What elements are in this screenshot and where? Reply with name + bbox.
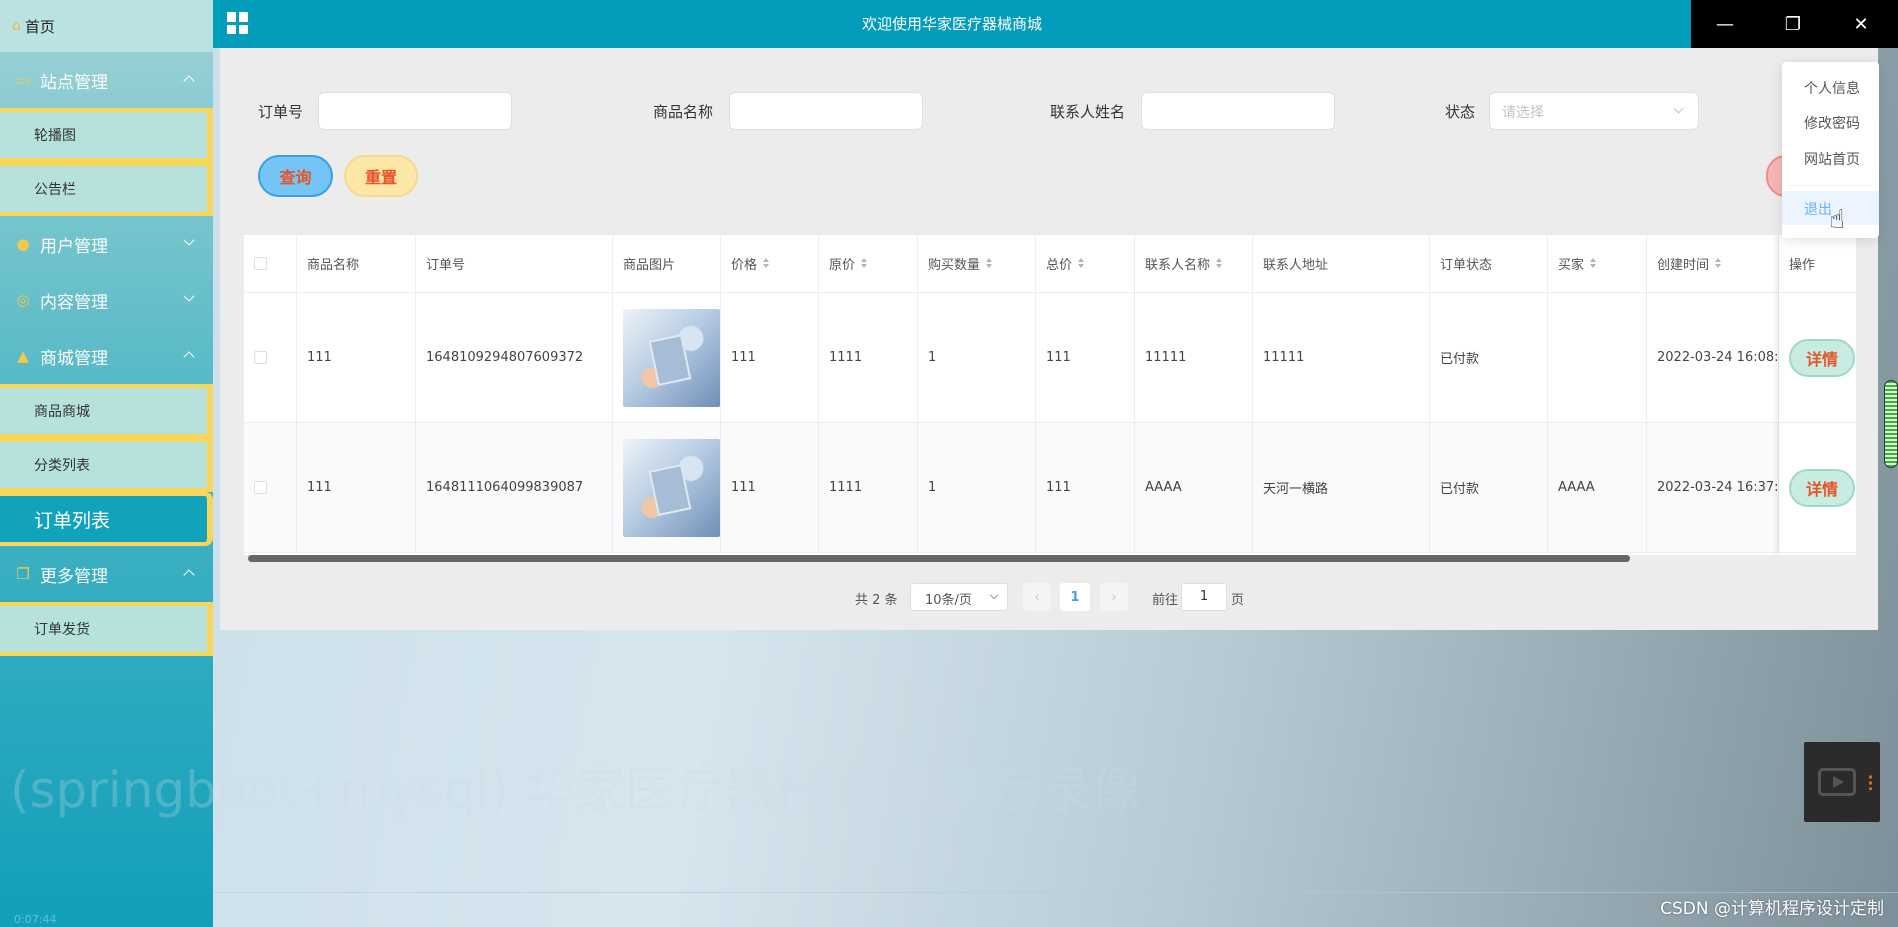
horizontal-scrollbar[interactable] [248,555,1630,562]
pagination-total: 共 2 条 [855,592,898,608]
monitor-icon: ▭ [15,71,31,89]
restore-icon[interactable]: ❐ [1759,0,1827,48]
hand-cursor-icon: ☝ [1829,205,1845,235]
lock-icon: ▲ [17,347,29,365]
order-no-label: 订单号 [258,103,304,121]
detail-button[interactable]: 详情 [1789,468,1855,507]
copy-icon: ❐ [16,565,30,583]
chevron-down-icon [183,234,195,246]
goto-page-input[interactable]: 1 [1181,583,1227,611]
credit-text: CSDN @计算机程序设计定制 [1660,899,1884,919]
goto-label: 前往 [1152,592,1179,608]
chevron-down-icon [183,290,195,302]
action-column: 操作 详情 详情 [1779,235,1856,555]
search-button[interactable]: 查询 [258,155,333,197]
reset-button[interactable]: 重置 [344,155,418,197]
prev-page-button[interactable]: ‹ [1023,583,1051,611]
page-size-select[interactable]: 10条/页 [910,583,1008,611]
sidebar-item-shipping[interactable]: 订单发货 [0,602,213,656]
sort-icon[interactable] [986,258,993,269]
page-number-current[interactable]: 1 [1060,583,1090,611]
sort-icon[interactable] [1590,258,1597,269]
sidebar-item-carousel[interactable]: 轮播图 [0,108,213,162]
sidebar-item-categories[interactable]: 分类列表 [0,438,213,492]
divider [213,892,1898,893]
more-icon[interactable] [1869,774,1872,790]
menu-divider [1790,185,1871,186]
table-header: 商品名称 订单号 商品图片 价格 原价 购买数量 总价 联系人名称 联系人地址 … [244,235,1856,293]
menu-item-change-password[interactable]: 修改密码 [1782,105,1879,139]
sort-icon[interactable] [1078,258,1085,269]
chevron-up-icon [183,75,195,87]
sidebar-item-orders[interactable]: 订单列表 [0,492,213,546]
sidebar-group-content[interactable]: ◎ 内容管理 [0,272,213,328]
chat-icon: ◎ [16,291,30,309]
status-label: 状态 [1445,103,1476,121]
contact-name-label: 联系人姓名 [1050,103,1126,121]
sort-icon[interactable] [1715,258,1722,269]
select-all-checkbox[interactable] [254,257,267,270]
top-bar: 欢迎使用华家医疗器械商城 [213,0,1691,48]
page-title: 欢迎使用华家医疗器械商城 [861,15,1042,33]
row-checkbox[interactable] [254,481,267,494]
play-icon[interactable] [1818,768,1856,796]
menu-item-profile[interactable]: 个人信息 [1782,70,1879,104]
sidebar-item-products[interactable]: 商品商城 [0,384,213,438]
sidebar-group-more[interactable]: ❐ 更多管理 [0,546,213,602]
product-name-input[interactable] [729,92,923,130]
menu-item-site-home[interactable]: 网站首页 [1782,141,1879,175]
row-checkbox[interactable] [254,351,267,364]
home-icon: ⌂ [12,18,21,34]
sidebar-item-home[interactable]: ⌂ 首页 [0,0,213,52]
sidebar-group-users[interactable]: ● 用户管理 [0,216,213,272]
next-page-button[interactable]: › [1100,583,1128,611]
page-suffix: 页 [1231,592,1245,608]
sort-icon[interactable] [763,258,770,269]
orders-table: 商品名称 订单号 商品图片 价格 原价 购买数量 总价 联系人名称 联系人地址 … [244,235,1856,555]
chevron-up-icon [183,351,195,363]
order-no-input[interactable] [318,92,512,130]
product-image[interactable] [623,438,720,537]
sidebar-group-mall[interactable]: ▲ 商城管理 [0,328,213,384]
close-icon[interactable]: ✕ [1827,0,1895,48]
sort-icon[interactable] [861,258,868,269]
sidebar-item-notice[interactable]: 公告栏 [0,162,213,216]
chevron-up-icon [183,569,195,581]
video-player-widget[interactable] [1804,742,1880,822]
table-row: 111 1648111064099839087 111 1111 1 111 A… [244,423,1856,553]
sidebar-group-site[interactable]: ▭ 站点管理 [0,52,213,108]
sort-icon[interactable] [1216,258,1223,269]
user-icon: ● [16,235,30,253]
video-watermark: (springboot+mysql) 华家医疗器械商城 演示录像 [10,761,1141,819]
status-select[interactable]: 请选择 [1489,92,1699,130]
vertical-scrollbar[interactable] [1884,380,1898,468]
chevron-down-icon [1673,103,1684,114]
chevron-down-icon [989,590,999,600]
minimize-icon[interactable]: — [1691,0,1759,48]
video-timecode: 0:07:44 [14,913,57,926]
contact-name-input[interactable] [1141,92,1335,130]
detail-button[interactable]: 详情 [1789,338,1855,377]
window-controls: — ❐ ✕ [1691,0,1898,48]
product-name-label: 商品名称 [653,103,714,121]
product-image[interactable] [623,308,720,407]
table-row: 111 1648109294807609372 111 1111 1 111 1… [244,293,1856,423]
